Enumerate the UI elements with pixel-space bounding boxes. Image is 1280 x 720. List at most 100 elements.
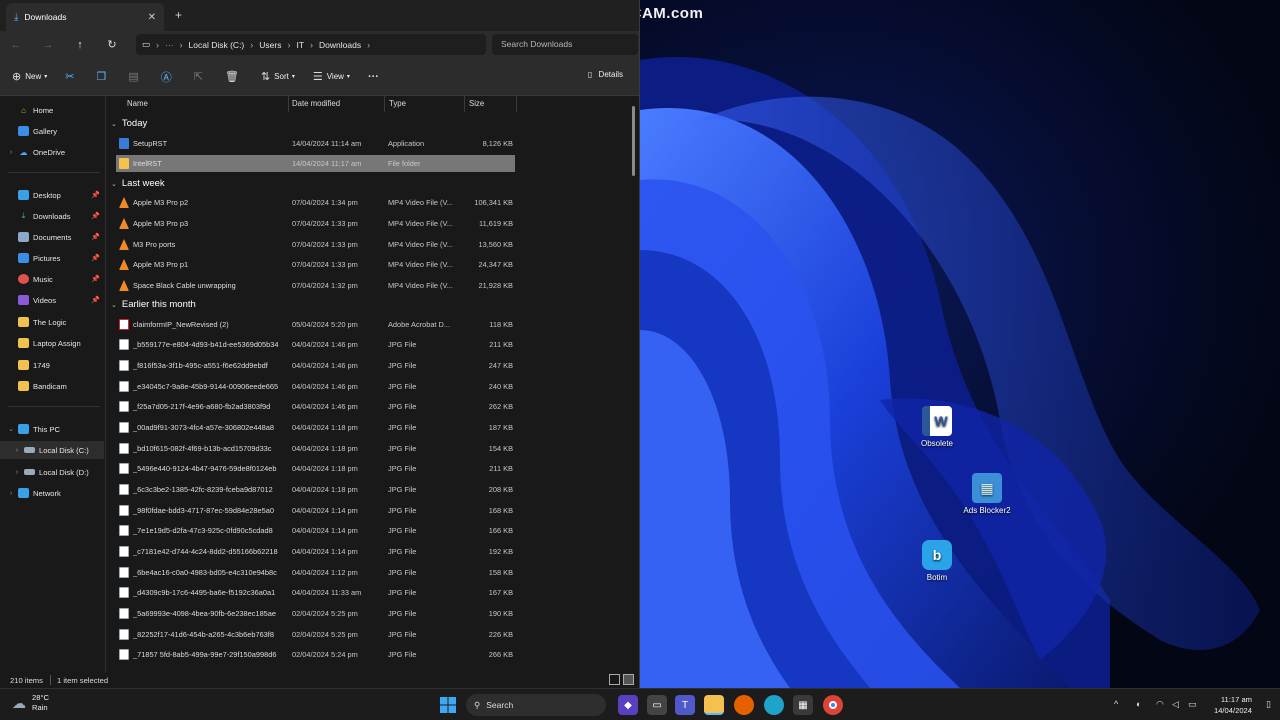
- back-button[interactable]: ←: [0, 39, 32, 51]
- teams-icon[interactable]: T: [675, 695, 695, 715]
- file-row[interactable]: Apple M3 Pro p3 07/04/2024 1:33 pm MP4 Vid…: [116, 215, 515, 232]
- column-separator[interactable]: [288, 96, 289, 112]
- tiles-view-button[interactable]: [623, 674, 634, 685]
- wifi-icon[interactable]: ◠: [1156, 699, 1164, 710]
- details-view-button[interactable]: [609, 674, 620, 685]
- up-button[interactable]: ↑: [64, 39, 96, 51]
- breadcrumb-downloads[interactable]: Downloads: [319, 40, 361, 50]
- nav-gallery[interactable]: Gallery: [0, 122, 104, 140]
- desktop-icon-botim[interactable]: b Botim: [902, 540, 972, 582]
- group-header-last-week[interactable]: ⌄ Last week: [111, 178, 165, 189]
- color-icon[interactable]: ◐: [1136, 699, 1141, 709]
- details-button[interactable]: ▯ Details: [588, 70, 623, 79]
- file-row[interactable]: _6be4ac16-c0a0-4983-bd05-e4c310e94b8c 04/…: [116, 564, 515, 581]
- nav-music[interactable]: Music 📌: [0, 270, 104, 288]
- desktop-icon-obsolete[interactable]: W Obsolete: [902, 406, 972, 448]
- view-button[interactable]: ☰ View ▾: [313, 70, 350, 83]
- nav-videos[interactable]: Videos 📌: [0, 291, 104, 309]
- edge-icon[interactable]: [764, 695, 784, 715]
- pin-icon[interactable]: 📌: [91, 212, 100, 220]
- share-button[interactable]: ⇱: [194, 70, 207, 83]
- file-row[interactable]: _bd10f615-082f-4f69-b13b-acd15709d33c 04/…: [116, 440, 515, 457]
- chevron-right-icon[interactable]: ›: [12, 469, 22, 476]
- sort-button[interactable]: ⇅ Sort ▾: [261, 70, 295, 83]
- paste-button[interactable]: ▤: [128, 70, 142, 83]
- nav-local-disk-d[interactable]: › Local Disk (D:): [0, 463, 104, 481]
- pin-icon[interactable]: 📌: [91, 275, 100, 283]
- nav-laptop-assign[interactable]: Laptop Assign: [0, 334, 104, 352]
- file-row[interactable]: IntelRST 14/04/2024 11:17 am File folder: [116, 155, 515, 172]
- breadcrumb[interactable]: ▭ › ··· › Local Disk (C:) › Users › IT ›…: [136, 34, 486, 55]
- chevron-right-icon[interactable]: ›: [12, 447, 22, 454]
- column-separator[interactable]: [464, 96, 465, 112]
- pin-icon[interactable]: 📌: [91, 254, 100, 262]
- chevron-down-icon[interactable]: ⌄: [6, 425, 16, 433]
- nav-this-pc[interactable]: ⌄ This PC: [0, 420, 104, 438]
- nav-the-logic[interactable]: The Logic: [0, 313, 104, 331]
- chevron-up-icon[interactable]: ^: [1114, 699, 1118, 709]
- chevron-right-icon[interactable]: ›: [6, 490, 16, 497]
- breadcrumb-local-disk[interactable]: Local Disk (C:): [189, 40, 245, 50]
- breadcrumb-users[interactable]: Users: [259, 40, 281, 50]
- file-explorer-icon[interactable]: [704, 695, 724, 715]
- taskbar-search[interactable]: ⚲ Search: [466, 694, 606, 716]
- file-row[interactable]: _d4309c9b-17c6-4495-ba6e-f5192c36a0a1 04/…: [116, 584, 515, 601]
- nav-documents[interactable]: Documents 📌: [0, 228, 104, 246]
- file-row[interactable]: Space Black Cable unwrapping 07/04/2024 1…: [116, 277, 515, 294]
- file-row[interactable]: _6c3c3be2-1385-42fc-8239-fceba9d87012 04/…: [116, 481, 515, 498]
- desktop-icon-ads-blocker[interactable]: ▦ Ads Blocker2: [952, 473, 1022, 515]
- cut-button[interactable]: ✂: [65, 70, 78, 83]
- nav-onedrive[interactable]: › ☁ OneDrive: [0, 143, 104, 161]
- nav-desktop[interactable]: Desktop 📌: [0, 186, 104, 204]
- battery-icon[interactable]: ▭: [1188, 699, 1197, 710]
- file-row[interactable]: Apple M3 Pro p2 07/04/2024 1:34 pm MP4 Vid…: [116, 194, 515, 211]
- store-icon[interactable]: ▦: [793, 695, 813, 715]
- nav-local-disk-c[interactable]: › Local Disk (C:): [0, 441, 104, 459]
- file-row[interactable]: _c7181e42-d744-4c24-8dd2-d55166b62218 04/…: [116, 543, 515, 560]
- pin-icon[interactable]: 📌: [91, 233, 100, 241]
- firefox-icon[interactable]: [734, 695, 754, 715]
- file-row[interactable]: _5a69993e-4098-4bea-90fb-6e238ec185ae 02/…: [116, 605, 515, 622]
- nav-network[interactable]: › Network: [0, 484, 104, 502]
- delete-button[interactable]: 🗑: [225, 70, 243, 83]
- vertical-scrollbar[interactable]: [632, 106, 635, 176]
- task-view-icon[interactable]: ▭: [647, 695, 667, 715]
- file-row[interactable]: _71857 5fd-8ab5-499a-99e7-29f150a998d6 02…: [116, 646, 515, 663]
- overflow-icon[interactable]: ···: [165, 40, 174, 50]
- column-header-name[interactable]: Name: [127, 99, 148, 108]
- tab-downloads[interactable]: ⤓ Downloads ✕: [6, 3, 164, 31]
- column-header-size[interactable]: Size: [469, 99, 484, 108]
- file-row[interactable]: _5496e440-9124-4b47-9476-59de8f0124eb 04/…: [116, 460, 515, 477]
- refresh-button[interactable]: ↻: [96, 38, 128, 51]
- group-header-today[interactable]: ⌄ Today: [111, 118, 147, 129]
- nav-home[interactable]: ⌂ Home: [0, 101, 104, 119]
- nav-pictures[interactable]: Pictures 📌: [0, 249, 104, 267]
- file-row[interactable]: SetupRST 14/04/2024 11:14 am Application 8,…: [116, 135, 515, 152]
- file-row[interactable]: _e34045c7-9a8e-45b9-9144-00906eede665 04/…: [116, 378, 515, 395]
- notification-icon[interactable]: ▯: [1266, 699, 1271, 710]
- copilot-icon[interactable]: ◆: [618, 695, 638, 715]
- chevron-right-icon[interactable]: ›: [6, 149, 16, 156]
- breadcrumb-it[interactable]: IT: [296, 40, 304, 50]
- start-button[interactable]: [438, 695, 458, 715]
- search-input[interactable]: Search Downloads: [492, 34, 638, 55]
- new-button[interactable]: ⊕ New ▾: [12, 70, 47, 83]
- pin-icon[interactable]: 📌: [91, 296, 100, 304]
- file-row[interactable]: Apple M3 Pro p1 07/04/2024 1:33 pm MP4 Vid…: [116, 256, 515, 273]
- nav-bandicam[interactable]: Bandicam: [0, 377, 104, 395]
- file-row[interactable]: claimformIP_NewRevised (2) 05/04/2024 5:2…: [116, 316, 515, 333]
- chrome-icon[interactable]: [823, 695, 843, 715]
- nav-1749[interactable]: 1749: [0, 356, 104, 374]
- copy-button[interactable]: ❐: [96, 70, 110, 83]
- file-row[interactable]: _b559177e-e804-4d93-b41d-ee5369d05b34 04/…: [116, 336, 515, 353]
- file-row[interactable]: _98f0fdae-bdd3-4717-87ec-59d84e28e5a0 04/…: [116, 502, 515, 519]
- forward-button[interactable]: →: [32, 39, 64, 51]
- file-row[interactable]: _7e1e19d5-d2fa-47c3-925c-0fd90c5cdad8 04/…: [116, 522, 515, 539]
- weather-widget[interactable]: ☁ 28°C Rain: [12, 693, 49, 713]
- file-row[interactable]: _f816f53a-3f1b-495c-a551-f6e62dd9ebdf 04/…: [116, 357, 515, 374]
- column-separator[interactable]: [384, 96, 385, 112]
- new-tab-button[interactable]: +: [175, 8, 182, 22]
- column-separator[interactable]: [516, 96, 517, 112]
- column-header-date[interactable]: Date modified: [292, 99, 340, 108]
- nav-downloads[interactable]: ⤓ Downloads 📌: [0, 207, 104, 225]
